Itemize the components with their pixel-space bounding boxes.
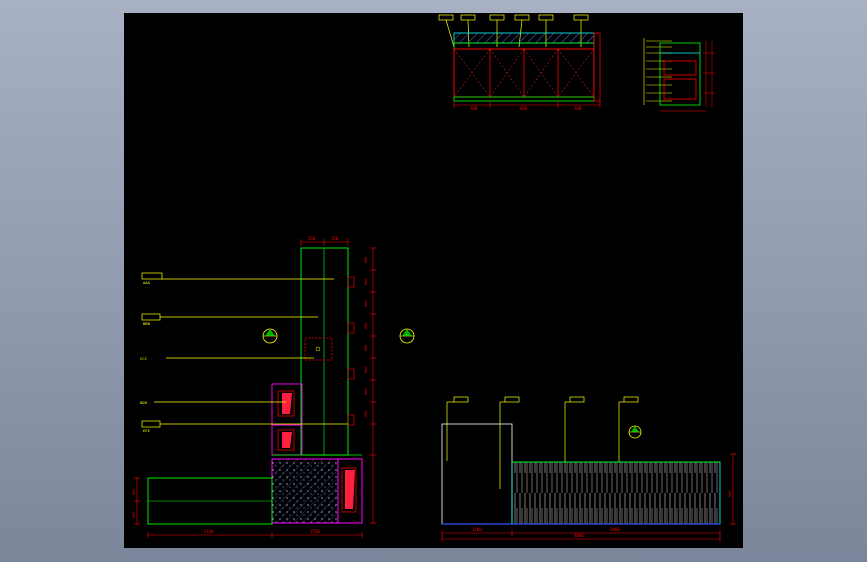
plan-dim-right-4: 600	[364, 323, 368, 330]
plan-dim-left-2: 450	[132, 512, 136, 519]
plan-dim-right-2: 600	[364, 279, 368, 286]
plan-label-5: EEE	[143, 428, 151, 433]
top-cabinet-detail[interactable]: 300 600 300	[438, 14, 601, 111]
plan-dim-right-7: 600	[364, 389, 368, 396]
plan-view[interactable]: 350 150 600 600 600 600 600 600 600 600 …	[132, 236, 415, 538]
top-dim-3: 300	[574, 106, 582, 111]
tall-panel	[441, 423, 513, 525]
plan-dim-bottom-1: 2140	[204, 529, 214, 534]
plan-label-1: AAA	[143, 280, 151, 285]
plan-dim-bottom-2: 1550	[310, 529, 320, 534]
cabinet-top-rail	[453, 42, 595, 50]
top-dim-1: 300	[470, 106, 478, 111]
countertop-band	[453, 32, 595, 44]
plan-dim-top-2: 150	[331, 236, 339, 241]
elev-dim-bottom-2: 4800	[574, 533, 584, 538]
elev-dim-right-1: 500	[728, 491, 732, 498]
plan-label-4: DDD	[140, 400, 148, 405]
sink-outline	[304, 337, 333, 361]
plan-label-2: BBB	[143, 321, 151, 326]
plan-dim-right-3: 600	[364, 301, 368, 308]
plan-label-3: CCC	[140, 356, 147, 361]
plan-dim-right-1: 600	[364, 257, 368, 264]
plan-dim-left-1: 450	[132, 489, 136, 496]
section-marker-b[interactable]	[399, 328, 415, 344]
plan-dim-top-1: 350	[308, 236, 316, 241]
side-section-detail[interactable]	[643, 38, 715, 112]
section-marker-a[interactable]	[262, 328, 278, 344]
elev-dim-bottom-1: 1100	[472, 527, 482, 532]
plan-dim-right-8: 600	[364, 411, 368, 418]
cad-drawing-viewport[interactable]: 300 600 300 350 150 600 600 600 600 600 …	[124, 13, 743, 548]
elev-dim-bottom-3: 3860	[610, 527, 620, 532]
top-dim-2: 600	[520, 106, 528, 111]
cad-drawing[interactable]: 300 600 300 350 150 600 600 600 600 600 …	[124, 13, 743, 548]
plan-dim-right-6: 600	[364, 367, 368, 374]
wall-elevation[interactable]: 500 1100 4800 3860	[441, 396, 736, 542]
section-marker-c[interactable]	[628, 425, 642, 439]
wood-panel-run	[511, 461, 721, 525]
plan-dim-right-5: 600	[364, 345, 368, 352]
